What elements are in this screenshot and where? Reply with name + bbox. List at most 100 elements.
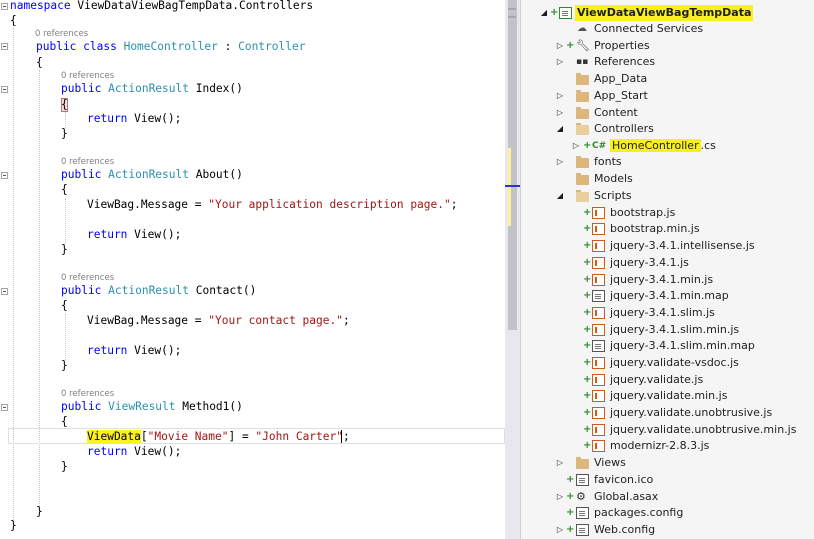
config-file-icon [576, 524, 589, 536]
tree-item-script-file[interactable]: + jquery.validate.js [521, 372, 814, 388]
expanded-arrow-icon[interactable]: ◢ [539, 5, 549, 21]
collapsed-arrow-icon[interactable]: ▷ [555, 38, 565, 54]
tree-item-script-file[interactable]: + bootstrap.js [521, 205, 814, 221]
code-line: } [61, 243, 68, 256]
tree-item-content[interactable]: ▷ Content [521, 105, 814, 121]
folder-icon [576, 173, 589, 185]
tree-item-label: Properties [594, 39, 650, 52]
collapsed-arrow-icon[interactable]: ▷ [555, 522, 565, 538]
javascript-file-icon [592, 357, 605, 369]
collapsed-arrow-icon[interactable]: ▷ [555, 54, 565, 70]
tree-item-label: jquery-3.4.1.min.js [610, 273, 714, 286]
collapse-contact-icon[interactable] [1, 288, 8, 295]
tree-item-fonts[interactable]: ▷ fonts [521, 154, 814, 170]
tree-item-scripts[interactable]: ◢ Scripts [521, 188, 814, 204]
tree-item-label: Models [594, 172, 633, 185]
tree-item-packages-config[interactable]: + packages.config [521, 505, 814, 521]
tree-item-label: Content [594, 106, 638, 119]
code-line-about: public ActionResult About() [61, 168, 243, 181]
tree-item-references[interactable]: ▷ ▪▪ References [521, 54, 814, 70]
tree-item-properties[interactable]: ▷ + 🔧︎ Properties [521, 38, 814, 54]
tree-item-script-file[interactable]: + jquery-3.4.1.slim.js [521, 305, 814, 321]
collapsed-arrow-icon[interactable]: ▷ [555, 489, 565, 505]
collapse-method1-icon[interactable] [1, 404, 8, 411]
icon-file-icon [576, 474, 589, 486]
folder-open-icon [576, 190, 589, 202]
code-line: { [61, 415, 68, 428]
wrench-icon: 🔧︎ [576, 39, 590, 52]
collapsed-arrow-icon[interactable]: ▷ [555, 88, 565, 104]
plus-icon: + [583, 140, 592, 151]
tree-item-script-file[interactable]: + jquery-3.4.1.slim.min.map [521, 338, 814, 354]
javascript-file-icon [592, 390, 605, 402]
tree-item-script-file[interactable]: + jquery-3.4.1.slim.min.js [521, 322, 814, 338]
javascript-file-icon [592, 223, 605, 235]
plus-icon: + [583, 240, 592, 251]
code-line: ViewBag.Message = "Your application desc… [87, 198, 458, 211]
tree-item-label: jquery.validate-vsdoc.js [610, 356, 739, 369]
tree-item-label: packages.config [594, 506, 684, 519]
tree-item-script-file[interactable]: + jquery-3.4.1.min.map [521, 288, 814, 304]
tree-item-favicon[interactable]: + favicon.ico [521, 472, 814, 488]
collapsed-arrow-icon[interactable]: ▷ [555, 455, 565, 471]
indent-guide [65, 314, 66, 360]
tree-item-label: jquery-3.4.1.slim.min.js [610, 323, 740, 336]
collapsed-arrow-icon[interactable]: ▷ [571, 138, 581, 154]
plus-icon: + [583, 390, 592, 401]
tree-item-script-file[interactable]: + bootstrap.min.js [521, 221, 814, 237]
tree-item-script-file[interactable]: + jquery.validate.unobtrusive.js [521, 405, 814, 421]
plus-icon: + [583, 207, 592, 218]
tree-item-views[interactable]: ▷ Views [521, 455, 814, 471]
tree-item-script-file[interactable]: + jquery-3.4.1.min.js [521, 272, 814, 288]
collapse-class-icon[interactable] [1, 43, 8, 50]
plus-icon: + [583, 424, 592, 435]
code-line-index: public ActionResult Index() [61, 82, 243, 95]
scrollbar-marker [508, 8, 516, 10]
tree-item-project[interactable]: ◢ + ViewDataViewBagTempData [521, 5, 814, 21]
tree-item-script-file[interactable]: + jquery.validate.unobtrusive.min.js [521, 422, 814, 438]
tree-item-script-file[interactable]: + jquery-3.4.1.intellisense.js [521, 238, 814, 254]
code-line: return View(); [87, 344, 182, 357]
tree-item-controllers[interactable]: ◢ Controllers [521, 121, 814, 137]
tree-item-app-start[interactable]: ▷ App_Start [521, 88, 814, 104]
code-line: return View(); [87, 228, 182, 241]
javascript-file-icon [592, 257, 605, 269]
code-line: { [61, 299, 68, 312]
code-editor[interactable]: namespace ViewDataViewBagTempData.Contro… [0, 0, 505, 539]
tree-item-connected-services[interactable]: ☁ Connected Services [521, 21, 814, 37]
plus-icon: + [583, 374, 592, 385]
plus-icon: + [550, 7, 559, 18]
tree-item-app-data[interactable]: App_Data [521, 71, 814, 87]
plus-icon: + [583, 274, 592, 285]
collapsed-arrow-icon[interactable]: ▷ [555, 154, 565, 170]
tree-item-script-file[interactable]: + jquery.validate-vsdoc.js [521, 355, 814, 371]
javascript-file-icon [592, 374, 605, 386]
tree-item-script-file[interactable]: + jquery.validate.min.js [521, 388, 814, 404]
tree-item-web-config[interactable]: ▷ + Web.config [521, 522, 814, 538]
plus-icon: + [583, 257, 592, 268]
tree-item-label: favicon.ico [594, 473, 654, 486]
collapse-index-icon[interactable] [1, 86, 8, 93]
expanded-arrow-icon[interactable]: ◢ [555, 188, 565, 204]
indent-guide [13, 24, 14, 528]
collapsed-arrow-icon[interactable]: ▷ [555, 105, 565, 121]
folder-icon [576, 90, 589, 102]
code-line: } [61, 359, 68, 372]
expanded-arrow-icon[interactable]: ◢ [555, 121, 565, 137]
collapse-about-icon[interactable] [1, 172, 8, 179]
code-line-class: public class HomeController : Controller [36, 40, 306, 53]
folder-icon [576, 156, 589, 168]
tree-item-label: App_Data [594, 72, 648, 85]
code-line-method1: public ViewResult Method1() [61, 400, 243, 413]
tree-item-home-controller[interactable]: ▷ + C# HomeController .cs [521, 138, 814, 154]
tree-item-label: modernizr-2.8.3.js [610, 439, 710, 452]
tree-item-script-file[interactable]: + jquery-3.4.1.js [521, 255, 814, 271]
plus-icon: + [566, 40, 575, 51]
text-caret [341, 430, 342, 443]
tree-item-script-file[interactable]: + modernizr-2.8.3.js [521, 438, 814, 454]
tree-item-models[interactable]: Models [521, 171, 814, 187]
collapse-namespace-icon[interactable] [1, 3, 8, 10]
tree-item-label: jquery.validate.unobtrusive.min.js [610, 423, 797, 436]
tree-item-global-asax[interactable]: ▷ + ⚙ Global.asax [521, 489, 814, 505]
solution-explorer: ◢ + ViewDataViewBagTempData ☁ Connected … [521, 0, 814, 539]
